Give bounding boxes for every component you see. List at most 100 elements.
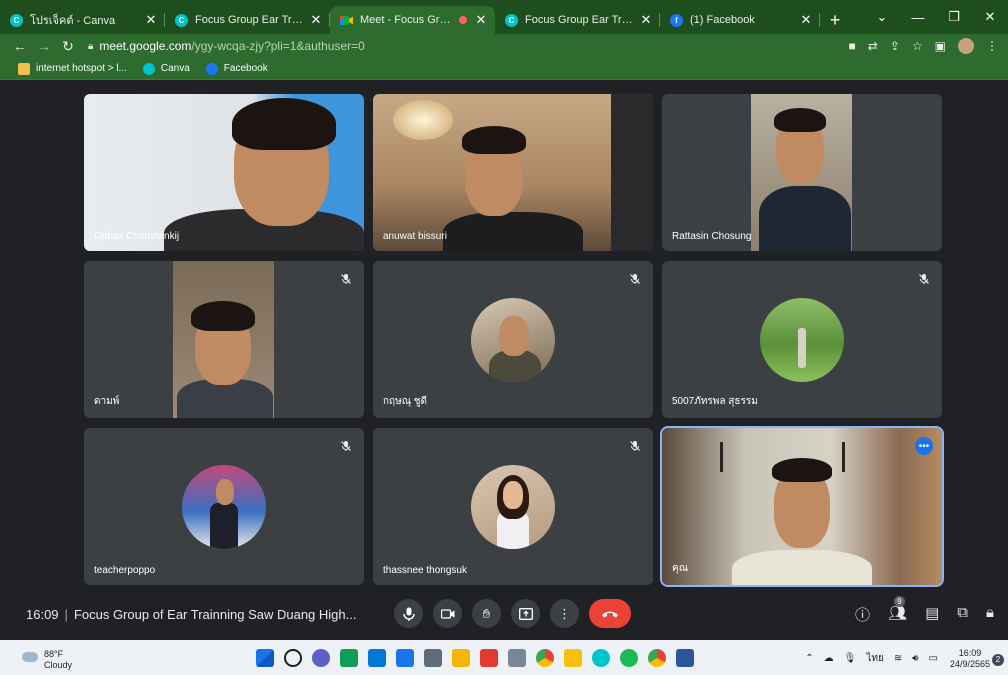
- leave-call-button[interactable]: [589, 599, 631, 628]
- wifi-icon[interactable]: ≋: [894, 653, 902, 664]
- canva-icon: C: [175, 13, 188, 27]
- facebook-icon: [205, 62, 218, 75]
- people-button[interactable]: 9 👥︎: [888, 596, 907, 625]
- participant-name: กฤษณุ ชูดี: [383, 396, 428, 407]
- windows-taskbar: 88°F Cloudy ⌃ ☁︎ 🎙︎ ไทย ≋ 🔊︎ ▭ 16:09 24/…: [0, 640, 1008, 675]
- sticky-notes-icon[interactable]: [564, 649, 582, 667]
- participant-tile[interactable]: thassnee thongsuk: [373, 428, 653, 585]
- participant-name: anuwat bissuri: [383, 231, 447, 242]
- meet-video-grid: Ophas Chamnankij anuwat bissuri Rattasin…: [0, 80, 1008, 590]
- word-icon[interactable]: [676, 649, 694, 667]
- share-icon[interactable]: ⇪: [890, 39, 900, 53]
- participant-avatar: [471, 297, 555, 382]
- address-bar[interactable]: 🔒︎ meet.google.com /ygy-wcqa-zjy?pli=1&a…: [88, 35, 849, 57]
- hang-up-icon: [602, 611, 618, 617]
- menu-kebab-icon[interactable]: ⋮: [986, 39, 998, 53]
- cloud-sync-icon[interactable]: ☁︎: [824, 653, 834, 664]
- teams-chat-icon[interactable]: [312, 649, 330, 667]
- start-windows-icon[interactable]: [256, 649, 274, 667]
- participant-video: [662, 428, 942, 585]
- minimize-icon[interactable]: —: [900, 0, 936, 34]
- tab-focus-group-2[interactable]: C Focus Group Ear Trainning ✕: [495, 6, 660, 34]
- weather-widget[interactable]: 88°F Cloudy: [22, 649, 72, 671]
- window-close-icon[interactable]: ✕: [972, 0, 1008, 34]
- mic-muted-icon: [629, 440, 641, 452]
- host-controls-lock-icon[interactable]: 🔒︎: [986, 604, 994, 625]
- chrome-icon[interactable]: [536, 649, 554, 667]
- side-panel-icon[interactable]: ▣: [935, 39, 946, 53]
- search-icon[interactable]: [284, 649, 302, 667]
- system-clock[interactable]: 16:09 24/9/2565: [950, 648, 990, 670]
- new-tab-button[interactable]: +: [820, 6, 850, 34]
- lock-icon: 🔒︎: [88, 40, 94, 52]
- close-icon[interactable]: ✕: [473, 12, 489, 28]
- meet-control-bar: 16:09 | Focus Group of Ear Trainning Saw D…: [0, 590, 1008, 640]
- store-icon[interactable]: [368, 649, 386, 667]
- camera-button[interactable]: [433, 599, 462, 628]
- activities-icon[interactable]: ⧉: [957, 604, 968, 625]
- widgets-icon[interactable]: [340, 649, 358, 667]
- close-icon[interactable]: ✕: [638, 12, 654, 28]
- tab-search-icon[interactable]: ⌄: [864, 0, 900, 34]
- microphone-button[interactable]: [394, 599, 423, 628]
- chevron-up-icon[interactable]: ⌃: [805, 653, 813, 664]
- profile-avatar[interactable]: [958, 38, 974, 54]
- tab-canva-project[interactable]: C โปรเจ็คต์ - Canva ✕: [0, 6, 165, 34]
- meeting-details-icon[interactable]: ⓘ: [855, 604, 870, 625]
- forward-icon[interactable]: →: [32, 38, 56, 54]
- restore-icon[interactable]: ❐: [936, 0, 972, 34]
- office-icon[interactable]: [480, 649, 498, 667]
- participant-tile[interactable]: Rattasin Chosung: [662, 94, 942, 251]
- reload-icon[interactable]: ↻: [56, 38, 80, 55]
- url-host: meet.google.com: [99, 39, 192, 53]
- translate-icon[interactable]: ⇄: [868, 39, 878, 53]
- mail-icon[interactable]: [396, 649, 414, 667]
- battery-icon[interactable]: ▭: [929, 653, 938, 664]
- tab-meet[interactable]: Meet - Focus Group of E ✕: [330, 6, 495, 34]
- participant-tile[interactable]: anuwat bissuri: [373, 94, 653, 251]
- close-icon[interactable]: ✕: [798, 12, 814, 28]
- people-count-badge: 9: [894, 596, 905, 607]
- close-icon[interactable]: ✕: [143, 12, 159, 28]
- camera-in-use-icon[interactable]: ■: [849, 39, 856, 53]
- present-screen-button[interactable]: [511, 599, 540, 628]
- participant-tile[interactable]: 5007ภัทรพล สุธรรม: [662, 261, 942, 418]
- mic-icon[interactable]: 🎙︎: [844, 653, 857, 664]
- url-path: /ygy-wcqa-zjy?pli=1&authuser=0: [191, 39, 365, 53]
- bookmark-hotspot[interactable]: internet hotspot > l...: [18, 62, 127, 75]
- tab-strip: C โปรเจ็คต์ - Canva ✕ C Focus Group Ear …: [0, 0, 1008, 34]
- participant-tile[interactable]: กฤษณุ ชูดี: [373, 261, 653, 418]
- self-video-tile[interactable]: ••• คุณ: [660, 426, 944, 587]
- participant-tile[interactable]: ดามพ์: [84, 261, 364, 418]
- app-icon[interactable]: [508, 649, 526, 667]
- close-icon[interactable]: ✕: [308, 12, 324, 28]
- raise-hand-button[interactable]: ✋︎: [472, 599, 501, 628]
- meet-icon: [340, 14, 353, 27]
- camera-app-icon[interactable]: [424, 649, 442, 667]
- bookmark-canva[interactable]: Canva: [142, 62, 190, 75]
- tab-focus-group-1[interactable]: C Focus Group Ear Trainning - ✕: [165, 6, 330, 34]
- meeting-info: 16:09 | Focus Group of Ear Trainning Saw D…: [26, 607, 357, 622]
- bookmark-star-icon[interactable]: ☆: [912, 39, 923, 53]
- canva-icon: [142, 62, 155, 75]
- language-indicator[interactable]: ไทย: [866, 651, 883, 666]
- notification-badge[interactable]: 2: [992, 654, 1004, 666]
- chrome-profile-icon[interactable]: [648, 649, 666, 667]
- tab-title: (1) Facebook: [690, 14, 755, 26]
- back-icon[interactable]: ←: [8, 38, 32, 54]
- bookmark-facebook[interactable]: Facebook: [205, 62, 268, 75]
- spotify-icon[interactable]: [620, 649, 638, 667]
- more-options-button[interactable]: ⋮: [550, 599, 579, 628]
- canva-icon: C: [10, 13, 23, 27]
- participant-video: [84, 94, 364, 251]
- participant-avatar: [182, 464, 266, 549]
- hand-icon: ✋︎: [482, 605, 491, 621]
- canva-icon[interactable]: [592, 649, 610, 667]
- tab-facebook[interactable]: f (1) Facebook ✕: [660, 6, 820, 34]
- participant-tile[interactable]: teacherpoppo: [84, 428, 364, 585]
- chat-icon[interactable]: ▤: [925, 604, 939, 625]
- file-explorer-icon[interactable]: [452, 649, 470, 667]
- more-options-icon[interactable]: •••: [915, 437, 933, 455]
- volume-icon[interactable]: 🔊︎: [912, 653, 918, 664]
- participant-tile[interactable]: Ophas Chamnankij: [84, 94, 364, 251]
